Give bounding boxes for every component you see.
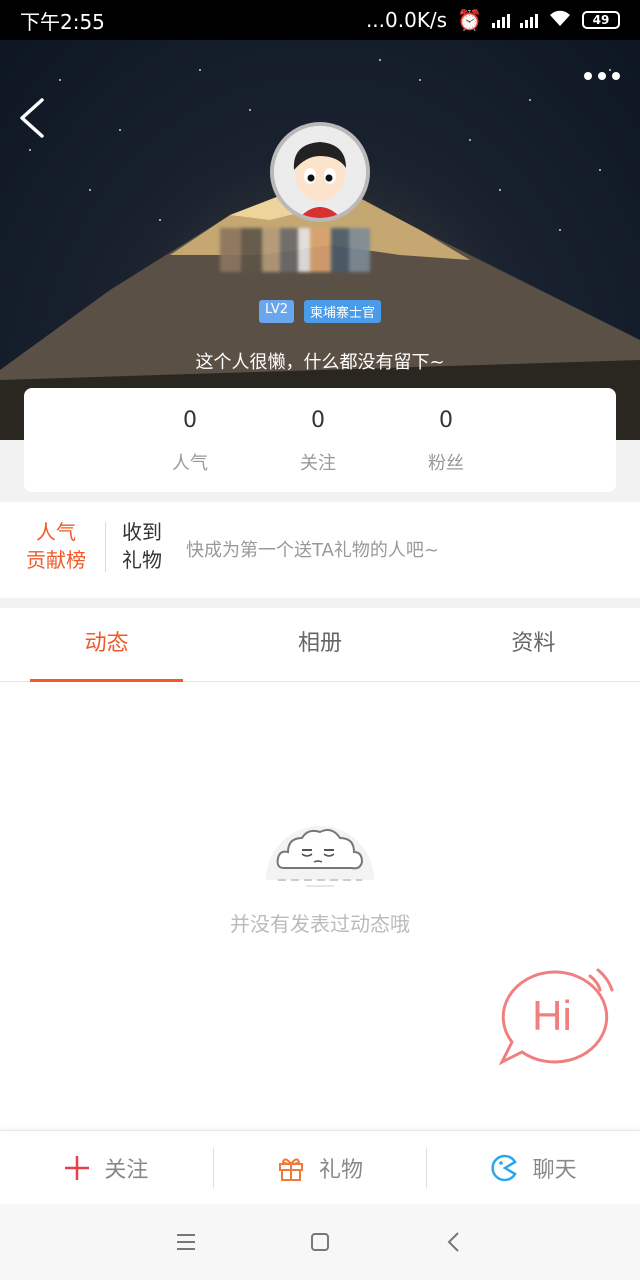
more-options-button[interactable]	[584, 72, 620, 80]
home-nav-button[interactable]	[305, 1227, 335, 1257]
profile-tabs: 动态 相册 资料	[0, 608, 640, 682]
chevron-left-icon	[20, 98, 44, 138]
back-nav-button[interactable]	[439, 1227, 469, 1257]
stat-popularity[interactable]: 0 人气	[126, 388, 254, 492]
title-badge: 柬埔寨士官	[303, 300, 381, 323]
chat-label: 聊天	[532, 1157, 577, 1183]
home-square-icon	[311, 1233, 329, 1251]
stat-label: 粉丝	[428, 453, 464, 474]
gift-button[interactable]: 礼物	[212, 1147, 427, 1188]
stat-label: 人气	[172, 453, 208, 474]
moments-content: 并没有发表过动态哦 Hi	[0, 682, 640, 1130]
sleepy-cloud-icon	[266, 826, 374, 887]
avatar-image	[274, 126, 366, 218]
stat-value: 0	[439, 408, 453, 433]
chat-icon	[491, 1154, 517, 1181]
back-button[interactable]	[16, 96, 48, 140]
menu-icon	[177, 1234, 195, 1250]
status-icons: ...0.0K/s ⏰ 49	[366, 8, 620, 32]
menu-nav-button[interactable]	[171, 1227, 201, 1257]
rank-line1: 人气	[36, 520, 76, 544]
received-line2: 礼物	[122, 548, 162, 572]
hi-button[interactable]: Hi	[494, 964, 620, 1074]
received-line1: 收到	[122, 520, 162, 544]
popularity-rank-link[interactable]: 人气 贡献榜	[24, 518, 88, 574]
level-badge: LV2	[259, 300, 294, 323]
wifi-icon	[548, 9, 572, 32]
rank-line2: 贡献榜	[26, 548, 86, 572]
follow-label: 关注	[104, 1157, 149, 1183]
empty-state-text: 并没有发表过动态哦	[230, 912, 410, 936]
gift-icon	[279, 1157, 303, 1181]
back-triangle-icon	[447, 1232, 459, 1252]
signature-text: 这个人很懒，什么都没有留下~	[195, 352, 445, 373]
badges: LV2 柬埔寨士官	[0, 300, 640, 323]
gift-row[interactable]: 人气 贡献榜 收到 礼物 快成为第一个送TA礼物的人吧~	[0, 502, 640, 598]
divider	[105, 522, 106, 572]
stats-card: 0 人气 0 关注 0 粉丝	[24, 388, 616, 492]
gift-hint: 快成为第一个送TA礼物的人吧~	[186, 540, 439, 561]
battery-icon: 49	[582, 11, 620, 29]
chat-button[interactable]: 聊天	[426, 1147, 640, 1188]
follow-button[interactable]: 关注	[0, 1148, 213, 1188]
tab-profile-info[interactable]: 资料	[427, 608, 640, 681]
plus-icon	[65, 1155, 90, 1180]
hi-bubble-icon: Hi	[498, 968, 614, 1066]
stat-following[interactable]: 0 关注	[254, 388, 382, 492]
tab-moments[interactable]: 动态	[0, 608, 213, 682]
stat-value: 0	[183, 408, 197, 433]
gift-label: 礼物	[319, 1157, 364, 1183]
network-speed: ...0.0K/s	[365, 8, 448, 32]
stat-label: 关注	[300, 453, 336, 474]
system-nav-bar	[0, 1204, 640, 1280]
avatar[interactable]	[270, 122, 370, 222]
alarm-icon: ⏰	[457, 8, 482, 32]
username-mosaic	[220, 228, 370, 272]
signal-icon	[492, 12, 510, 28]
received-gifts-label: 收到 礼物	[122, 518, 166, 574]
status-time: 下午2:55	[20, 9, 105, 34]
signal-icon-2	[520, 12, 538, 28]
status-bar: 下午2:55 ...0.0K/s ⏰ 49	[0, 0, 640, 40]
stat-fans[interactable]: 0 粉丝	[382, 388, 510, 492]
tab-album[interactable]: 相册	[213, 608, 426, 681]
bottom-action-bar: 关注 礼物 聊天	[0, 1130, 640, 1204]
hi-text: Hi	[532, 992, 572, 1039]
stat-value: 0	[311, 408, 325, 433]
